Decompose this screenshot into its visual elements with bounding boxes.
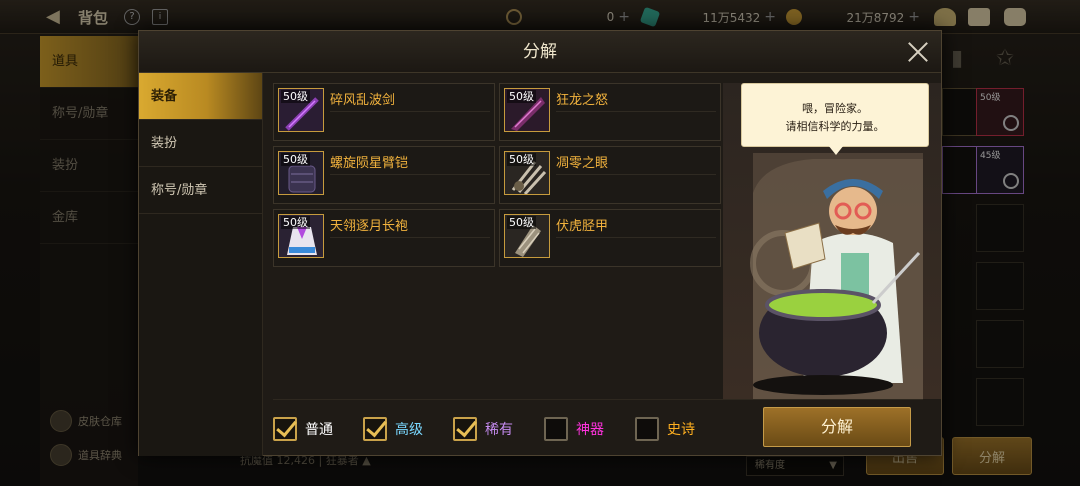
item-level: 50级 [507, 153, 536, 166]
filter-common[interactable]: 普通 [273, 415, 333, 443]
npc-speech-line-2: 请相信科学的力量。 [785, 120, 885, 133]
item-name: 螺旋陨星臂铠 [330, 156, 409, 171]
decompose-item-list: 50级 碎风乱波剑 50级 狂龙之怒 50级 螺旋陨星臂铠 50级 凋零之眼 5… [273, 83, 723, 269]
close-icon[interactable] [905, 39, 931, 65]
tab-avatar[interactable]: 装扮 [139, 120, 262, 167]
decompose-dialog: 分解 装备 装扮 称号/勋章 50级 碎风乱波剑 50级 狂龙之怒 50级 螺旋… [138, 30, 942, 456]
filter-artifact[interactable]: 神器 [544, 415, 604, 443]
filter-advanced[interactable]: 高级 [363, 415, 423, 443]
item-level: 50级 [507, 90, 536, 103]
item-slot[interactable]: 50级 螺旋陨星臂铠 [273, 146, 495, 204]
item-slot[interactable]: 50级 狂龙之怒 [499, 83, 721, 141]
divider [556, 111, 716, 112]
robe-icon: 50级 [278, 214, 324, 258]
filter-epic[interactable]: 史诗 [635, 415, 695, 443]
claw-icon: 50级 [504, 151, 550, 195]
game-screen: ◀ 背包 ? i 0 + 11万5432 + 21万8792 + 道具 称号/勋章 装… [0, 0, 1080, 486]
npc-panel: 喂，冒险家。 请相信科学的力量。 [723, 83, 941, 399]
greaves-icon: 50级 [504, 214, 550, 258]
decompose-button[interactable]: 分解 [763, 407, 911, 447]
filter-epic-label: 史诗 [667, 422, 695, 438]
item-name: 天翎逐月长袍 [330, 219, 409, 234]
checkbox-rare[interactable] [453, 417, 477, 441]
checkbox-artifact[interactable] [544, 417, 568, 441]
checkbox-epic[interactable] [635, 417, 659, 441]
divider [556, 237, 716, 238]
tab-titles-medals[interactable]: 称号/勋章 [139, 167, 262, 214]
item-slot[interactable]: 50级 碎风乱波剑 [273, 83, 495, 141]
item-slot[interactable]: 50级 凋零之眼 [499, 146, 721, 204]
item-level: 50级 [281, 216, 310, 229]
gauntlet-icon: 50级 [278, 151, 324, 195]
tab-equipment[interactable]: 装备 [139, 73, 262, 120]
rarity-filters: 普通 高级 稀有 神器 史诗 [273, 413, 743, 445]
dialog-title: 分解 [523, 42, 557, 62]
divider [330, 174, 490, 175]
checkbox-advanced[interactable] [363, 417, 387, 441]
item-name: 狂龙之怒 [556, 93, 609, 108]
item-level: 50级 [281, 90, 310, 103]
divider [556, 174, 716, 175]
item-level: 50级 [281, 153, 310, 166]
item-slot[interactable]: 50级 伏虎胫甲 [499, 209, 721, 267]
divider [330, 111, 490, 112]
npc-speech-line-1: 喂，冒险家。 [802, 102, 868, 115]
item-name: 伏虎胫甲 [556, 219, 609, 234]
blade-icon: 50级 [504, 88, 550, 132]
item-name: 碎风乱波剑 [330, 93, 396, 108]
filter-artifact-label: 神器 [576, 422, 604, 438]
filter-rare[interactable]: 稀有 [453, 415, 513, 443]
filter-common-label: 普通 [305, 422, 333, 438]
checkbox-common[interactable] [273, 417, 297, 441]
npc-speech-bubble: 喂，冒险家。 请相信科学的力量。 [741, 83, 929, 155]
filter-rare-label: 稀有 [485, 422, 513, 438]
divider [330, 237, 490, 238]
item-slot[interactable]: 50级 天翎逐月长袍 [273, 209, 495, 267]
filter-divider [273, 399, 923, 400]
sword-icon: 50级 [278, 88, 324, 132]
filter-advanced-label: 高级 [395, 422, 423, 438]
item-level: 50级 [507, 216, 536, 229]
dialog-header: 分解 [139, 31, 941, 73]
dialog-side-tabs: 装备 装扮 称号/勋章 [139, 73, 263, 456]
item-name: 凋零之眼 [556, 156, 609, 171]
